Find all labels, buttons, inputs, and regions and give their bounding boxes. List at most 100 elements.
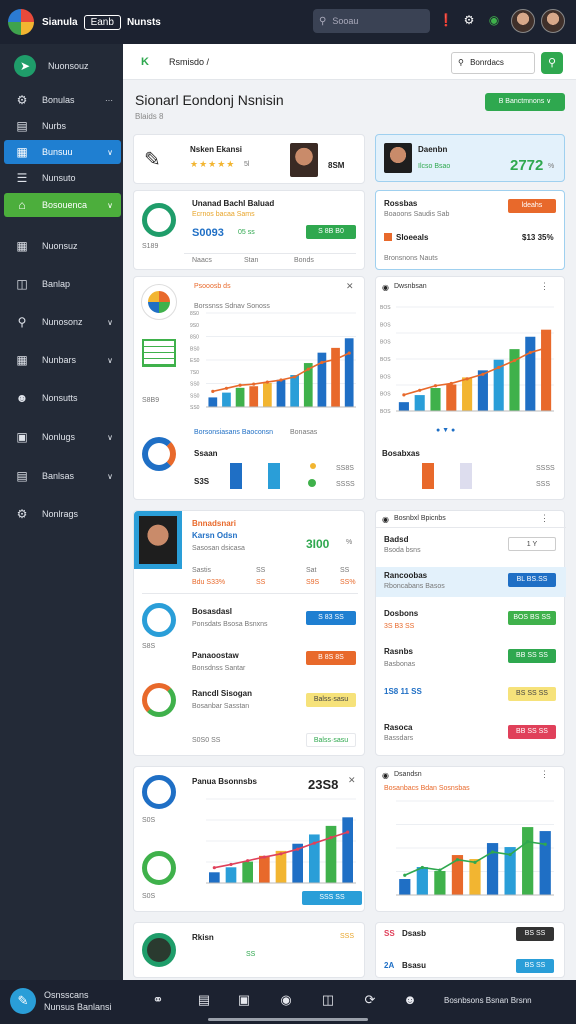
avatar-secondary[interactable]	[541, 9, 565, 33]
chart-icon[interactable]: ▤	[196, 992, 212, 1008]
sidebar-item-active[interactable]: ▦ Bunsuu ∨	[4, 140, 121, 164]
more-icon[interactable]: ⋮	[540, 281, 549, 292]
person-avatar[interactable]	[134, 511, 182, 569]
alert-card[interactable]: Daenbn Ilcso Bsao 2772 %	[375, 134, 565, 182]
list-a-badge-2[interactable]: B 8S 8S	[306, 651, 356, 665]
chart-bar[interactable]	[541, 329, 552, 411]
add-button[interactable]: ⚲	[541, 52, 563, 74]
more-icon[interactable]: ⋮	[540, 769, 549, 780]
list-b-row-badge-6[interactable]: BB SS SS	[508, 725, 556, 739]
link-icon[interactable]: ⚭	[150, 992, 166, 1008]
small-card-b[interactable]: SS Dsasb BS SS 2A Bsasu BS SS	[375, 922, 565, 978]
chart-point[interactable]	[312, 841, 316, 845]
chart-point[interactable]	[306, 367, 310, 371]
chart-bar[interactable]	[398, 402, 409, 411]
chart-point[interactable]	[449, 381, 453, 386]
chart-point[interactable]	[252, 382, 256, 386]
chart-bar[interactable]	[399, 879, 411, 895]
chart-bar[interactable]	[416, 867, 428, 895]
chart-bar[interactable]	[208, 397, 218, 407]
sidebar-item-users[interactable]: ☻ Nonsutts	[4, 386, 121, 410]
sidebar-item-search[interactable]: ⚲ Nunosonz ∨	[4, 310, 121, 334]
chart-bar[interactable]	[275, 850, 287, 883]
list-b-row-badge-5[interactable]: BS SS SS	[508, 687, 556, 701]
chart-point[interactable]	[211, 389, 215, 393]
sidebar-item-settings[interactable]: ⚙ Bonulas ···	[4, 88, 121, 112]
chart-point[interactable]	[279, 852, 283, 856]
list-a-badge-1[interactable]: S 83 SS	[306, 611, 356, 625]
sidebar-item-clipboard[interactable]: ◫ Banlap	[4, 272, 121, 296]
calendar-icon[interactable]: ▣	[236, 992, 252, 1008]
chart-point[interactable]	[224, 386, 229, 390]
chart-point[interactable]	[265, 380, 269, 384]
chart-point[interactable]	[229, 862, 233, 867]
sidebar-item-settings-2[interactable]: ⚙ Nonlrags	[4, 502, 121, 526]
search-input[interactable]: ⚲ Sooau	[313, 9, 430, 33]
chart-point[interactable]	[481, 372, 485, 376]
list-card-b[interactable]: ◉ Bosnbxl Bpicnbs ⋮ Badsd Bsoda bsns 1 Y…	[375, 510, 566, 756]
sidebar-item-list[interactable]: ☰ Nunsuto	[4, 166, 121, 190]
breadcrumb[interactable]: Rsmisdo /	[169, 57, 209, 67]
chart-point[interactable]	[512, 358, 517, 363]
person-card[interactable]: Bnnadsnari Karsn Odsn Sasosan dsicasa 3I…	[133, 510, 365, 756]
info-icon[interactable]: ❗	[438, 12, 454, 28]
list-b-row-badge-2[interactable]: BL BS.SS	[508, 573, 556, 587]
chart-point[interactable]	[346, 830, 350, 834]
compass-icon[interactable]: ◉	[278, 992, 294, 1008]
chart-point[interactable]	[347, 351, 351, 355]
list-b-row-badge-3[interactable]: BOS BS SS	[508, 611, 556, 625]
chart-card-a[interactable]: Psooosb ds Borssnss Sdnav Sonoss ✕ S8B9 …	[133, 276, 365, 500]
settings-icon[interactable]: ⚙	[461, 12, 477, 28]
refresh-icon[interactable]: ⟳	[362, 992, 378, 1008]
chart-bar[interactable]	[539, 831, 551, 895]
chart-point[interactable]	[418, 388, 422, 392]
avatar[interactable]	[511, 9, 535, 33]
sidebar-item-calendar[interactable]: ▦ Nuonsuz	[4, 234, 121, 258]
chart-point[interactable]	[212, 866, 216, 870]
chart-point[interactable]	[333, 357, 338, 361]
chart-bar[interactable]	[434, 871, 446, 895]
breadcrumb-icon[interactable]: K	[141, 56, 149, 68]
profile-avatar[interactable]	[290, 143, 318, 177]
kpi-card[interactable]: Unanad Bachl Baluad Ecrnos bacaa Sams S0…	[133, 190, 365, 270]
chart-point[interactable]	[544, 346, 548, 350]
chart-point[interactable]	[438, 868, 442, 872]
chart-bar[interactable]	[477, 370, 488, 411]
chart-bar[interactable]	[331, 347, 340, 407]
chart-bar[interactable]	[525, 336, 536, 411]
chart-bar[interactable]	[209, 872, 220, 883]
chart-bar[interactable]	[430, 388, 441, 411]
chart-bar[interactable]	[249, 386, 259, 407]
chart-bar[interactable]	[242, 861, 253, 883]
list-b-row-badge-4[interactable]: BB SS SS	[508, 649, 556, 663]
list-a-footer-badge[interactable]: Balss·sasu	[306, 733, 356, 747]
chart-bar[interactable]	[276, 379, 286, 407]
chart-point[interactable]	[262, 855, 266, 859]
chart-point[interactable]	[296, 847, 300, 851]
sidebar-item-home[interactable]: ➤ Nuonsouz	[4, 52, 121, 80]
chart-bar[interactable]	[522, 827, 534, 895]
chart-point[interactable]	[420, 865, 424, 870]
chart-point[interactable]	[246, 859, 250, 863]
small-card-a[interactable]: Rkisn SS SSS	[133, 922, 365, 978]
chart-bar[interactable]	[469, 859, 481, 895]
chart-bar[interactable]	[290, 375, 299, 407]
alert-avatar[interactable]	[384, 143, 412, 173]
brand-badge[interactable]: Eanb	[83, 14, 121, 30]
chart-bar[interactable]	[344, 338, 354, 407]
status-icon[interactable]: ◉	[486, 12, 502, 28]
chart-point[interactable]	[402, 393, 406, 397]
pen-icon[interactable]: ✎	[144, 147, 161, 172]
chart-c-badge[interactable]: SSS SS	[302, 891, 362, 905]
sidebar-item-document[interactable]: ▤ Banlsas ∨	[4, 464, 121, 488]
list-b-row-badge-1[interactable]: 1 Y	[508, 537, 556, 551]
close-icon[interactable]: ✕	[346, 281, 354, 292]
small-b-badge-2[interactable]: BS SS	[516, 959, 554, 973]
small-b-badge-1[interactable]: BS SS	[516, 927, 554, 941]
status-badge[interactable]: ldeahs	[508, 199, 556, 213]
lock-icon[interactable]: ◫	[320, 992, 336, 1008]
chart-card-c[interactable]: S0S S0S Panua Bsonnsbs 23S8 ✕ SSS SS	[133, 766, 365, 912]
chart-point[interactable]	[526, 840, 530, 844]
chart-bar[interactable]	[235, 387, 245, 407]
chart-bar[interactable]	[317, 352, 327, 407]
